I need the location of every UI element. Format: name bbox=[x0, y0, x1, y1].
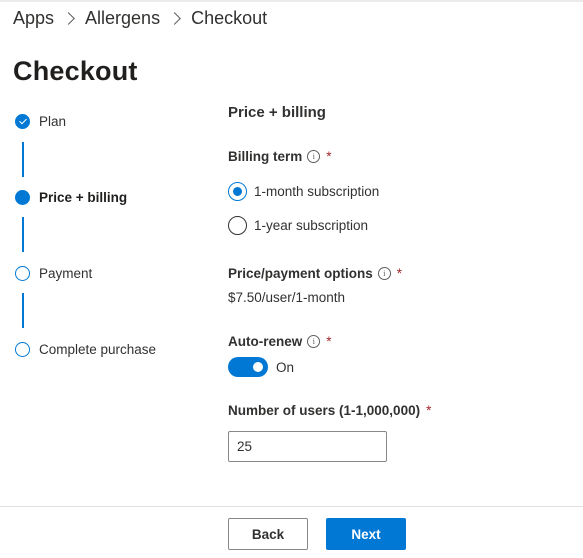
step-circle-icon bbox=[15, 266, 30, 281]
users-label: Number of users (1-1,000,000) * bbox=[228, 403, 431, 418]
required-mark: * bbox=[396, 266, 403, 281]
auto-renew-toggle[interactable] bbox=[228, 357, 268, 377]
price-options-label: Price/payment options i * bbox=[228, 266, 402, 281]
top-divider bbox=[0, 0, 583, 2]
info-icon[interactable]: i bbox=[307, 150, 321, 163]
breadcrumb-item-checkout: Checkout bbox=[191, 8, 268, 28]
radio-1-month[interactable]: 1-month subscription bbox=[228, 182, 379, 201]
auto-renew-toggle-row: On bbox=[228, 357, 294, 377]
step-label: Payment bbox=[39, 266, 93, 281]
step-complete-purchase[interactable]: Complete purchase bbox=[15, 342, 156, 357]
users-label-text: Number of users (1-1,000,000) bbox=[228, 403, 421, 418]
next-button[interactable]: Next bbox=[326, 518, 406, 550]
toggle-knob bbox=[253, 362, 263, 372]
required-mark: * bbox=[326, 149, 332, 164]
radio-label: 1-month subscription bbox=[254, 184, 380, 199]
radio-checked-icon[interactable] bbox=[228, 182, 247, 201]
footer-divider bbox=[0, 506, 583, 507]
step-label: Complete purchase bbox=[39, 342, 157, 357]
step-connector bbox=[21, 142, 24, 177]
back-button[interactable]: Back bbox=[228, 518, 308, 550]
radio-unchecked-icon[interactable] bbox=[228, 216, 247, 235]
billing-term-label: Billing term i * bbox=[228, 149, 332, 164]
current-step-icon bbox=[15, 190, 30, 205]
step-label: Price + billing bbox=[39, 190, 128, 205]
auto-renew-label: Auto-renew i * bbox=[228, 334, 332, 349]
step-payment[interactable]: Payment bbox=[15, 266, 92, 281]
step-circle-icon bbox=[15, 342, 30, 357]
required-mark: * bbox=[326, 334, 332, 349]
breadcrumb: Apps Allergens Checkout bbox=[13, 8, 267, 29]
price-options-label-text: Price/payment options bbox=[228, 266, 373, 281]
step-label: Plan bbox=[39, 114, 67, 129]
chevron-right-icon bbox=[62, 12, 75, 25]
toggle-state-label: On bbox=[276, 359, 295, 375]
required-mark: * bbox=[426, 403, 432, 418]
step-connector bbox=[21, 293, 24, 328]
breadcrumb-item-allergens[interactable]: Allergens bbox=[85, 8, 160, 29]
chevron-right-icon bbox=[168, 12, 181, 25]
checkmark-icon bbox=[15, 114, 30, 129]
radio-label: 1-year subscription bbox=[254, 218, 369, 233]
info-icon[interactable]: i bbox=[377, 267, 391, 280]
section-title: Price + billing bbox=[228, 104, 326, 121]
step-connector bbox=[21, 217, 24, 252]
auto-renew-label-text: Auto-renew bbox=[228, 334, 303, 349]
price-value: $7.50/user/1-month bbox=[228, 290, 346, 305]
breadcrumb-item-apps[interactable]: Apps bbox=[13, 8, 54, 29]
step-price-billing[interactable]: Price + billing bbox=[15, 190, 127, 205]
radio-1-year[interactable]: 1-year subscription bbox=[228, 216, 368, 235]
number-of-users-input[interactable] bbox=[228, 431, 387, 462]
info-icon[interactable]: i bbox=[307, 335, 321, 348]
step-plan[interactable]: Plan bbox=[15, 114, 66, 129]
billing-term-label-text: Billing term bbox=[228, 149, 303, 164]
page-title: Checkout bbox=[13, 56, 138, 86]
